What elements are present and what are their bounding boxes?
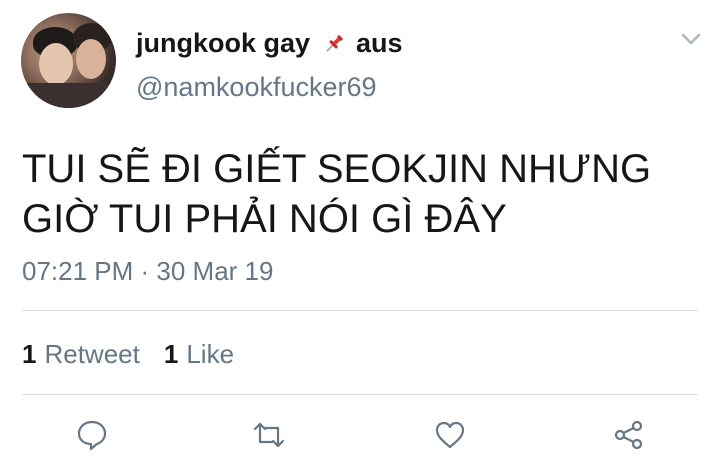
retweet-stat[interactable]: 1 Retweet [22,339,140,370]
avatar[interactable] [21,13,116,108]
pushpin-icon [322,32,346,56]
like-count: 1 [163,339,179,369]
divider [22,310,698,311]
chevron-down-icon[interactable] [680,28,702,50]
like-label: Like [186,339,235,369]
author-name-row[interactable]: jungkook gay aus [136,28,403,59]
display-name[interactable]: jungkook gay [136,28,310,59]
retweet-count: 1 [22,339,37,369]
retweet-icon[interactable] [252,418,286,452]
divider [22,394,698,395]
like-stat[interactable]: 1 Like [164,339,234,370]
location-tag: aus [356,28,403,58]
tweet-timestamp[interactable]: 07:21 PM · 30 Mar 19 [22,256,273,287]
user-handle[interactable]: @namkookfucker69 [136,72,377,103]
tweet-stats: 1 Retweet 1 Like [22,339,234,370]
tweet-text: TUI SẼ ĐI GIẾT SEOKJIN NHƯNG GIỜ TUI PHẢ… [22,144,712,244]
like-icon[interactable] [433,418,467,452]
share-icon[interactable] [612,418,646,452]
tweet-text-line: GIỜ TUI PHẢI NÓI GÌ ĐÂY [22,197,507,241]
retweet-label: Retweet [44,339,140,369]
reply-icon[interactable] [75,418,109,452]
tweet-text-line: TUI SẼ ĐI GIẾT SEOKJIN NHƯNG [22,147,652,191]
